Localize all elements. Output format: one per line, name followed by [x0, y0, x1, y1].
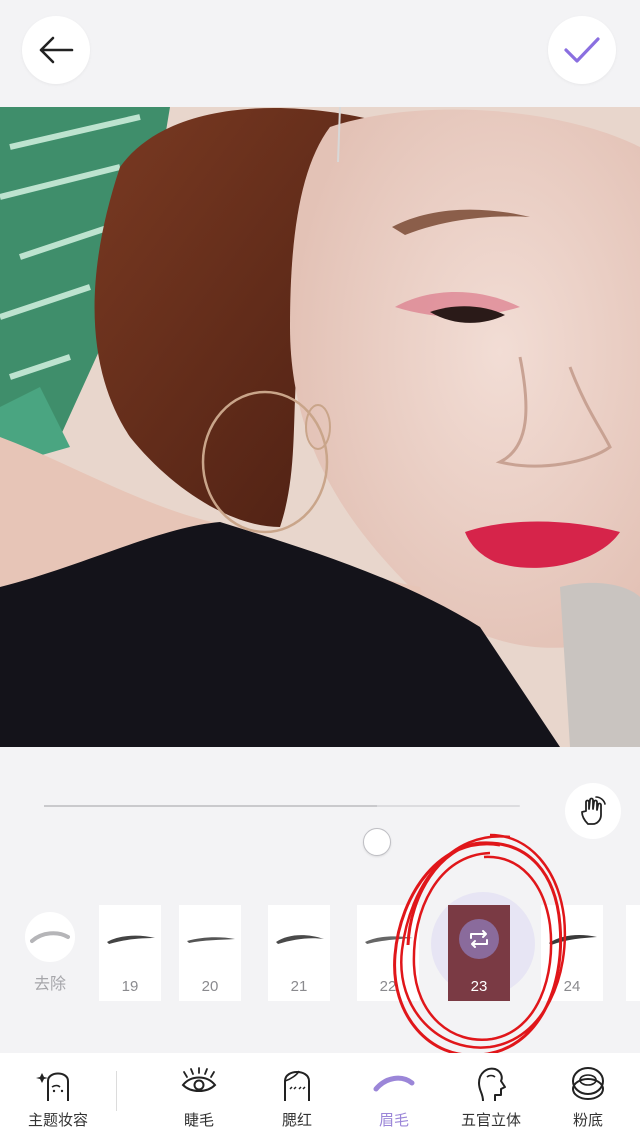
tab-label: 腮红	[281, 1112, 312, 1129]
compare-button[interactable]	[565, 783, 621, 839]
eyebrow-thumbnail	[276, 935, 324, 944]
flip-arrows-icon[interactable]	[459, 919, 499, 959]
bottom-nav: 主题妆容 睫毛 腮红 眉毛 五官立体 粉底	[0, 1053, 640, 1138]
face-profile-icon	[478, 1067, 506, 1102]
checkmark-icon	[564, 37, 600, 63]
eyebrow-thumbnail	[107, 935, 155, 944]
eyebrow-style-22[interactable]: 22	[357, 905, 419, 1001]
style-number: 20	[201, 978, 219, 995]
tab-label: 睫毛	[183, 1112, 214, 1129]
eyebrow-style-partial[interactable]	[626, 905, 640, 1001]
slider-fill	[44, 805, 378, 807]
remove-style-label: 去除	[33, 976, 66, 993]
confirm-button[interactable]	[548, 16, 616, 84]
tab-label: 五官立体	[460, 1112, 521, 1129]
nav-divider	[116, 1071, 117, 1111]
eyelash-icon	[181, 1067, 217, 1092]
eyebrow-styles-list: 去除 19 20 21 22 23 24	[0, 890, 640, 1010]
tab-eyelash[interactable]: 睫毛	[151, 1063, 247, 1130]
eyebrow-thumbnail	[187, 937, 235, 943]
eyebrow-thumbnail	[365, 936, 413, 944]
tab-blush[interactable]: 腮红	[249, 1063, 345, 1130]
remove-style-button[interactable]: 去除	[22, 912, 78, 994]
style-number: 23	[470, 978, 488, 995]
arrow-left-icon	[39, 36, 74, 64]
slider-thumb[interactable]	[363, 828, 392, 856]
remove-style-circle	[25, 912, 75, 962]
compact-powder-icon	[572, 1067, 604, 1100]
eyebrow-style-23[interactable]: 23	[448, 905, 510, 1001]
face-sparkle-icon	[36, 1072, 69, 1101]
style-number: 19	[121, 978, 139, 995]
eyebrow-style-19[interactable]: 19	[99, 905, 161, 1001]
eyebrow-style-21[interactable]: 21	[268, 905, 330, 1001]
tab-eyebrow[interactable]: 眉毛	[346, 1063, 442, 1130]
tab-foundation[interactable]: 粉底	[540, 1063, 636, 1130]
eyebrow-style-24[interactable]: 24	[541, 905, 603, 1001]
eyebrow-thumbnail	[549, 935, 597, 945]
eyebrow-icon	[373, 1075, 415, 1092]
style-number: 21	[290, 978, 308, 995]
intensity-slider-row	[0, 770, 640, 856]
top-bar	[0, 0, 640, 107]
tab-theme-makeup[interactable]: 主题妆容	[10, 1063, 106, 1130]
intensity-slider[interactable]	[44, 805, 520, 856]
eyebrow-style-20[interactable]: 20	[179, 905, 241, 1001]
style-number: 22	[379, 978, 397, 995]
eyebrow-outline-icon	[30, 931, 70, 943]
style-number: 24	[563, 978, 581, 995]
tab-label: 主题妆容	[27, 1112, 88, 1129]
hand-tap-icon	[581, 796, 606, 825]
back-button[interactable]	[22, 16, 90, 84]
photo-preview	[0, 107, 640, 747]
blush-face-icon	[284, 1070, 310, 1101]
tab-face-contour[interactable]: 五官立体	[443, 1063, 539, 1130]
tab-label: 粉底	[572, 1112, 603, 1129]
tab-label: 眉毛	[378, 1112, 409, 1129]
